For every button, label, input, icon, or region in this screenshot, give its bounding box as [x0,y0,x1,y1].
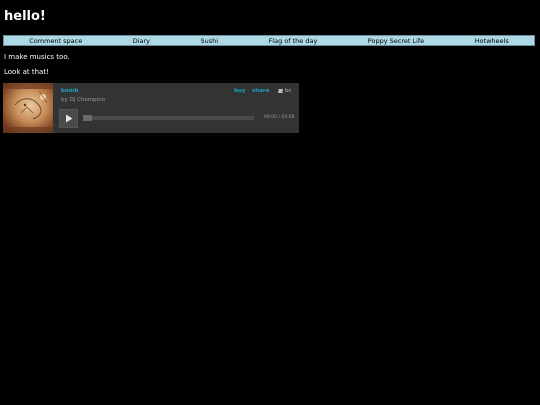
progress-bar[interactable] [83,115,254,121]
artist-line: by DJ Chompino [61,97,105,103]
bandcamp-logo-icon [277,88,284,93]
nav-item-flag-of-the-day[interactable]: Flag of the day [269,37,318,45]
album-art[interactable] [3,83,53,133]
share-link[interactable]: share [252,88,269,94]
nav-bar: Comment space Diary Sushi Flag of the da… [3,35,535,46]
bandcamp-logo-text: bc [285,88,292,94]
page: hello! Comment space Diary Sushi Flag of… [0,0,540,405]
play-icon [66,114,73,123]
progress-handle[interactable] [83,115,92,121]
time-display: 00:00 / 04:08 [264,115,294,120]
bandcamp-logo-link[interactable]: bc [277,88,292,94]
elapsed-time: 00:00 [264,115,277,120]
album-art-image [3,83,53,133]
page-title: hello! [4,9,46,24]
intro-text: I make musics too. [4,53,70,61]
total-duration: 04:08 [281,115,295,120]
track-title-link[interactable]: bomb [61,88,78,94]
nav-item-sushi[interactable]: Sushi [201,37,219,45]
play-button[interactable] [59,109,78,128]
time-separator: / [278,115,280,120]
nav-item-diary[interactable]: Diary [133,37,150,45]
look-text: Look at that! [4,68,49,76]
nav-item-hotwheels[interactable]: Hotwheels [475,37,509,45]
nav-item-comment-space[interactable]: Comment space [29,37,82,45]
artist-name-link[interactable]: DJ Chompino [70,97,106,103]
buy-link[interactable]: buy [234,88,245,94]
artist-by-label: by [61,97,68,103]
music-player: bomb by DJ Chompino buy share bc 00:00 /… [3,83,299,133]
nav-item-poppy-secret-life[interactable]: Poppy Secret Life [368,37,424,45]
